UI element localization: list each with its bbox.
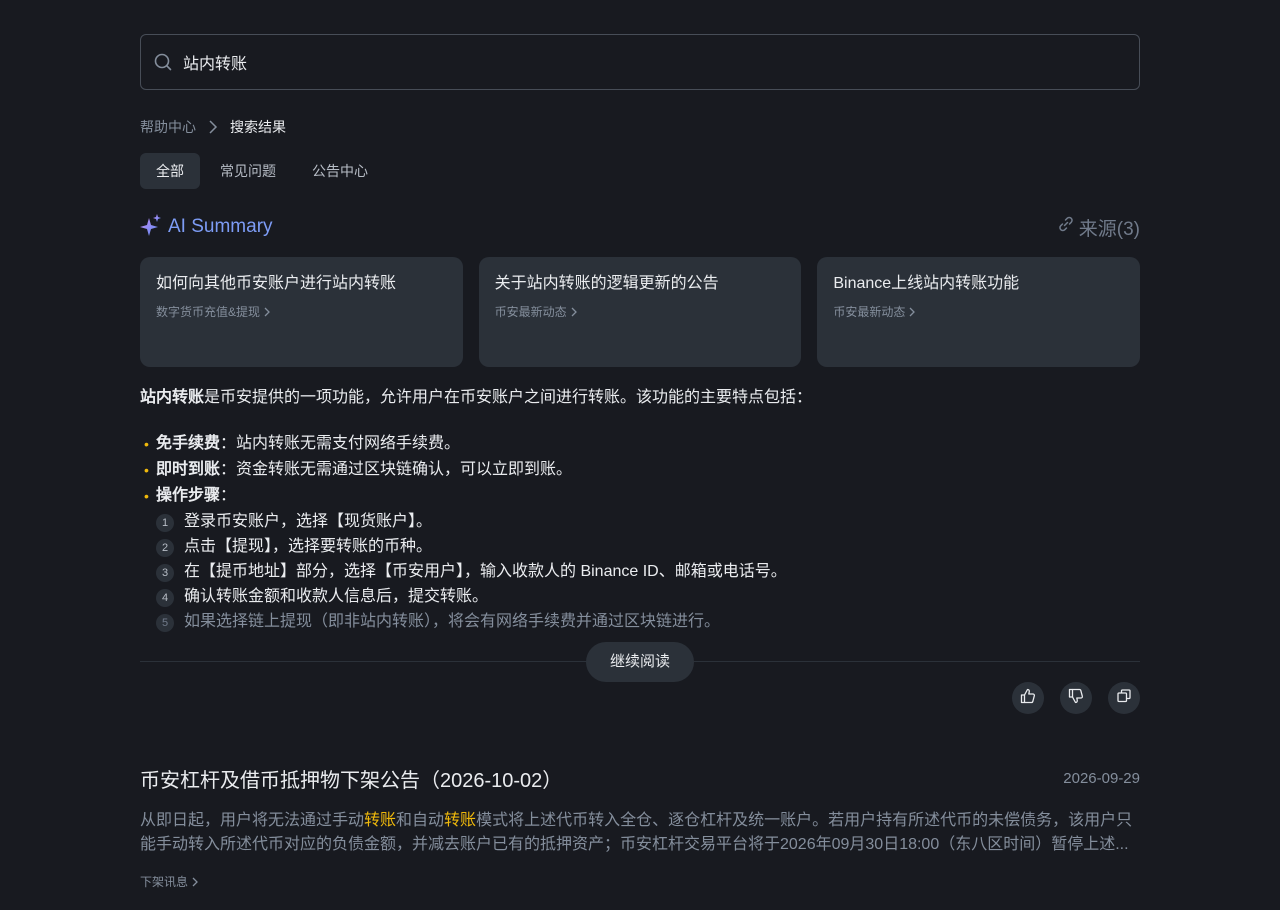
step-text: 在【提币地址】部分，选择【币安用户】，输入收款人的 Binance ID、邮箱或… [184, 562, 787, 580]
result-title-link[interactable]: 币安杠杆及借币抵押物下架公告（2026-10-02） [140, 764, 562, 793]
thumbs-up-icon [1020, 688, 1036, 709]
tab-all[interactable]: 全部 [140, 153, 200, 189]
source-card-category[interactable]: 数字货币充值&提现 [156, 303, 447, 320]
snippet-text: 从即日起，用户将无法通过手动 [140, 812, 365, 829]
step-text: 确认转账金额和收款人信息后，提交转账。 [184, 587, 489, 605]
thumbs-down-icon [1068, 688, 1084, 709]
step-number: 1 [156, 514, 174, 532]
snippet-highlight: 转账 [444, 812, 477, 829]
step-text: 登录币安账户，选择【现货账户】。 [184, 512, 433, 530]
ai-summary-title: AI Summary [140, 213, 273, 242]
source-card[interactable]: Binance上线站内转账功能 币安最新动态 [817, 257, 1141, 367]
step-text: 点击【提现】，选择要转账的币种。 [184, 537, 433, 555]
chevron-right-icon [208, 120, 218, 134]
list-item: • 免手续费 ：站内转账无需支付网络手续费。 [140, 431, 1140, 457]
link-icon [1057, 215, 1075, 239]
step-text: 如果选择链上提现（即非站内转账），将会有网络手续费并通过区块链进行。 [184, 612, 721, 630]
breadcrumb-current: 搜索结果 [230, 119, 286, 135]
steps-list: 1 登录币安账户，选择【现货账户】。 2 点击【提现】，选择要转账的币种。 3 … [140, 509, 1140, 634]
ai-summary-text: 站内转账是币安提供的一项功能，允许用户在币安账户之间进行转账。该功能的主要特点包… [140, 387, 1140, 634]
step-item: 3 在【提币地址】部分，选择【币安用户】，输入收款人的 Binance ID、邮… [156, 559, 1140, 584]
source-card[interactable]: 关于站内转账的逻辑更新的公告 币安最新动态 [478, 257, 802, 367]
source-card-category-label: 数字货币充值&提现 [156, 305, 261, 319]
step-number: 4 [156, 589, 174, 607]
step-item: 4 确认转账金额和收款人信息后，提交转账。 [156, 584, 1140, 609]
snippet-highlight: 转账 [364, 812, 397, 829]
step-item: 1 登录币安账户，选择【现货账户】。 [156, 509, 1140, 534]
chevron-right-icon [264, 307, 270, 317]
source-card-category-label: 币安最新动态 [833, 305, 906, 319]
source-card[interactable]: 如何向其他币安账户进行站内转账 数字货币充值&提现 [140, 257, 463, 367]
bullet-bold: 即时到账 [156, 461, 221, 478]
search-result-item: 币安杠杆及借币抵押物下架公告（2026-10-02） 2026-09-29 从即… [140, 764, 1140, 890]
bullet-text: ：站内转账无需支付网络手续费。 [220, 435, 461, 452]
step-number: 3 [156, 564, 174, 582]
step-item: 5 如果选择链上提现（即非站内转账），将会有网络手续费并通过区块链进行。 [156, 609, 1140, 634]
thumbs-down-button[interactable] [1060, 682, 1092, 714]
bullet-text: ：资金转账无需通过区块链确认，可以立即到账。 [220, 461, 573, 478]
breadcrumb: 帮助中心 搜索结果 [140, 117, 1140, 137]
ai-summary-header: AI Summary 来源(3) [140, 213, 1140, 241]
source-card-title: Binance上线站内转账功能 [833, 275, 1020, 292]
bullet-text: ： [220, 487, 237, 504]
bullet-bold: 免手续费 [156, 435, 221, 452]
continue-reading-row: 继续阅读 [140, 642, 1140, 682]
source-card-title: 如何向其他币安账户进行站内转账 [156, 275, 397, 292]
summary-intro-bold: 站内转账 [140, 389, 205, 406]
thumbs-up-button[interactable] [1012, 682, 1044, 714]
search-icon [153, 52, 173, 72]
chevron-right-icon [192, 877, 198, 887]
continue-reading-button[interactable]: 继续阅读 [585, 642, 695, 682]
step-number: 2 [156, 539, 174, 557]
tab-faq[interactable]: 常见问题 [204, 153, 292, 189]
result-tabs: 全部 常见问题 公告中心 [140, 153, 1140, 189]
summary-intro: 站内转账是币安提供的一项功能，允许用户在币安账户之间进行转账。该功能的主要特点包… [140, 387, 1140, 409]
source-card-title: 关于站内转账的逻辑更新的公告 [494, 275, 719, 292]
chevron-right-icon [909, 307, 916, 317]
step-item: 2 点击【提现】，选择要转账的币种。 [156, 534, 1140, 559]
bullet-dot: • [144, 436, 149, 452]
bullet-dot: • [144, 488, 149, 504]
source-card-category[interactable]: 币安最新动态 [833, 303, 1124, 320]
sources-label: 来源(3) [1078, 218, 1140, 240]
search-input[interactable] [181, 34, 1139, 90]
result-snippet: 从即日起，用户将无法通过手动转账和自动转账模式将上述代币转入全仓、逐仓杠杆及统一… [140, 809, 1140, 857]
sources-link[interactable]: 来源(3) [1057, 214, 1140, 241]
copy-button[interactable] [1108, 682, 1140, 714]
bullet-bold: 操作步骤 [156, 487, 221, 504]
feedback-actions [140, 682, 1140, 714]
sparkle-icon [140, 213, 162, 242]
ai-summary-label: AI Summary [168, 216, 273, 237]
step-number: 5 [156, 614, 174, 632]
tab-announcements[interactable]: 公告中心 [296, 153, 384, 189]
snippet-text: 和自动 [396, 812, 445, 829]
result-date: 2026-09-29 [1063, 770, 1140, 787]
bullet-dot: • [144, 462, 149, 478]
copy-icon [1116, 688, 1132, 709]
source-cards: 如何向其他币安账户进行站内转账 数字货币充值&提现 关于站内转账的逻辑更新的公告… [140, 257, 1141, 367]
search-box[interactable] [140, 34, 1140, 90]
help-center-search-page: 帮助中心 搜索结果 全部 常见问题 公告中心 [140, 0, 1141, 890]
result-category-link[interactable]: 下架讯息 [140, 873, 1140, 890]
list-item: • 即时到账 ：资金转账无需通过区块链确认，可以立即到账。 [140, 457, 1140, 483]
chevron-right-icon [571, 307, 577, 317]
result-category-label: 下架讯息 [140, 875, 189, 889]
source-card-category[interactable]: 币安最新动态 [495, 303, 786, 320]
summary-bullets: • 免手续费 ：站内转账无需支付网络手续费。 • 即时到账 ：资金转账无需通过区块链… [140, 431, 1140, 634]
list-item: • 操作步骤： [140, 483, 1140, 509]
source-card-category-label: 币安最新动态 [494, 305, 567, 319]
summary-intro-text: 是币安提供的一项功能，允许用户在币安账户之间进行转账。该功能的主要特点包括： [204, 389, 813, 406]
breadcrumb-home-link[interactable]: 帮助中心 [140, 117, 196, 137]
result-header: 币安杠杆及借币抵押物下架公告（2026-10-02） 2026-09-29 [140, 764, 1140, 793]
